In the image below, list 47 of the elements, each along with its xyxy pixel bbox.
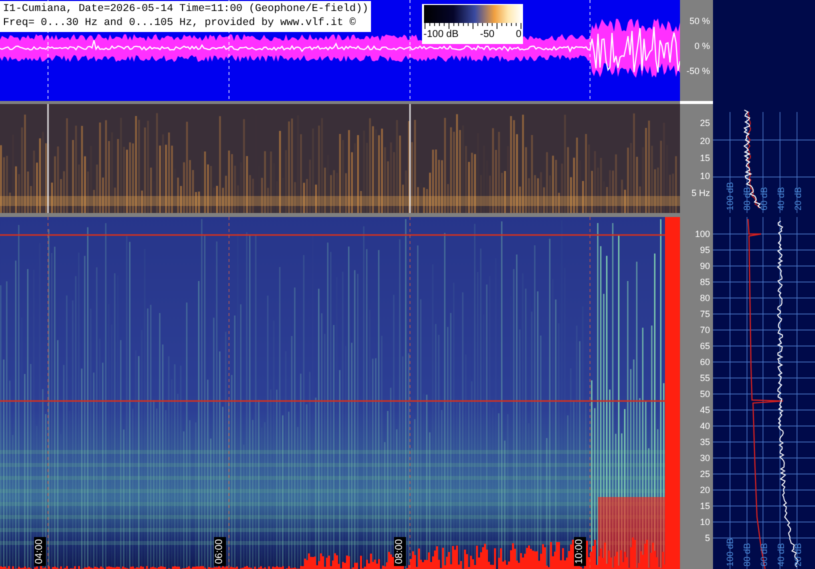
axis-label: 85 xyxy=(700,276,710,289)
decibel-label: 60 dB xyxy=(759,542,769,567)
colorbar-label: -50 xyxy=(480,29,494,41)
axis-label: 5 Hz xyxy=(691,187,710,200)
axis-label: 50 xyxy=(700,388,710,401)
time-label: 06:00 xyxy=(214,536,226,566)
axis-label: 50 % xyxy=(689,15,710,27)
decibel-label: 20 dB xyxy=(793,186,803,211)
decibel-label: 20 dB xyxy=(793,542,803,567)
decibel-label: 80 dB xyxy=(742,542,752,567)
decibel-label: 100 dB xyxy=(725,538,735,567)
axis-label: 10 xyxy=(700,516,710,529)
frequency-info-text: Freq= 0...30 Hz and 0...105 Hz, provided by www.vlf.it © xyxy=(3,16,357,30)
decibel-label: 100 dB xyxy=(725,182,735,211)
axis-label: 80 xyxy=(700,292,710,305)
axis-label: 20 xyxy=(700,134,710,148)
axis-label: 25 xyxy=(700,468,710,481)
axis-label: 60 xyxy=(700,356,710,369)
time-label: 10:00 xyxy=(574,536,586,566)
axis-label: 65 xyxy=(700,340,710,353)
axis-label: 0 % xyxy=(694,40,710,52)
decibel-label: 60 dB xyxy=(759,186,769,211)
axis-label: 90 xyxy=(700,260,710,273)
axis-label: 45 xyxy=(700,404,710,417)
colorbar-label: 0 xyxy=(516,29,522,41)
colorbar-label: -100 dB xyxy=(424,29,459,41)
decibel-label: 40 dB xyxy=(776,542,786,567)
axis-label: 20 xyxy=(700,484,710,497)
axis-label: 35 xyxy=(700,436,710,449)
station-info-text: I1-Cumiana, Date=2026-05-14 Time=11:00 (Geophone/E-field)) xyxy=(3,2,368,16)
axis-label: 40 xyxy=(700,420,710,433)
axis-label: 55 xyxy=(700,372,710,385)
axis-label: 5 xyxy=(704,532,710,545)
axis-label: 70 xyxy=(700,324,710,337)
axis-label: 15 xyxy=(700,500,710,513)
decibel-label: 40 dB xyxy=(776,186,786,211)
axis-label: 10 xyxy=(700,170,710,182)
axis-label: 75 xyxy=(700,308,710,321)
axis-label: 95 xyxy=(700,244,710,257)
decibel-label: 80 dB xyxy=(742,186,752,211)
time-label: 08:00 xyxy=(394,536,406,566)
axis-label: 30 xyxy=(700,452,710,465)
axis-label: -50 % xyxy=(686,65,710,77)
axis-label: 25 xyxy=(700,117,710,130)
axis-label: 15 xyxy=(700,152,710,165)
axis-label: 100 xyxy=(694,228,710,241)
time-label: 04:00 xyxy=(34,536,46,566)
